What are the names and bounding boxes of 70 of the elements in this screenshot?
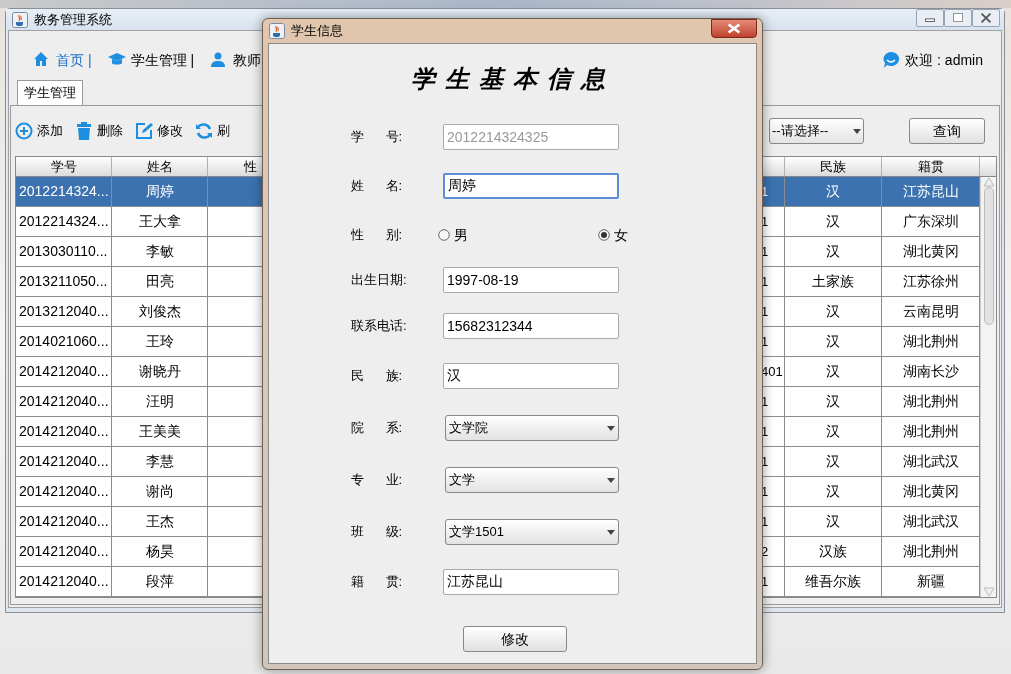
table-cell-text: 周婷 [145,182,174,201]
table-cell-text: 2014212040... [19,572,109,591]
table-cell-text: 2014212040... [19,452,109,471]
table-cell-text: 2013211050... [19,272,108,291]
table-cell-text: 杨昊 [145,542,174,561]
table-cell-text: 湖北荆州 [902,392,959,411]
table-cell-text: 王杰 [145,512,174,531]
table-cell-text: 汪明 [145,392,174,411]
table-cell-text: 2014212040... [19,422,109,441]
window-title: 教务管理系统 [34,10,112,29]
table-cell-text: 2014212040... [19,542,109,561]
field-label: 民 族: [351,367,404,386]
table-cell-text: 2014021060... [19,332,109,351]
table-cell-text: 王玲 [145,332,174,351]
field-label: 学 号: [351,128,404,147]
table-cell-text: 汉 [826,212,840,231]
table-cell-text: 汉族 [819,542,847,561]
field-label: 籍 贯: [351,573,404,592]
table-cell-text: 汉 [826,242,840,261]
table-cell-text: 汉 [826,392,840,411]
table-cell-text: 维吾尔族 [805,572,861,591]
field-label: 性 别: [351,226,404,245]
table-cell-text: 2012214324... [19,182,109,201]
table-cell-text: 李慧 [145,452,174,471]
table-cell-text: 汉 [826,332,840,351]
table-cell-text: 汉 [826,302,840,321]
table-cell-text: 江苏昆山 [902,182,959,201]
table-cell-text: 汉 [826,182,840,201]
field-label: 出生日期: [351,271,408,290]
dialog-title: 学生信息 [291,22,343,41]
table-cell-text: 2014212040... [19,362,109,381]
table-cell-text: 谢晓丹 [138,362,181,381]
field-label: 班 级: [351,523,404,542]
table-cell-text: 2014212040... [19,392,109,411]
table-cell-text: 云南昆明 [902,302,959,321]
table-cell-text: 2012214324... [19,212,109,231]
table-cell-text: 湖北武汉 [902,512,959,531]
table-cell-text: 湖北荆州 [902,542,959,561]
table-cell-text: 汉 [826,482,840,501]
table-cell-text: 湖南长沙 [902,362,959,381]
table-cell-text: 段萍 [145,572,174,591]
table-cell-text: 王大拿 [138,212,181,231]
table-cell-text: 土家族 [812,272,854,291]
table-cell-text: 田亮 [145,272,174,291]
welcome-text: 欢迎 : admin [905,50,983,70]
table-cell-text: 2013030110... [19,242,108,261]
table-cell-text: 2014212040... [19,482,109,501]
table-cell-text: 王美美 [138,422,181,441]
form-heading: 学生基本信息 [410,63,615,95]
table-cell-text: 刘俊杰 [138,302,181,321]
table-cell-text: 湖北武汉 [902,452,959,471]
table-cell-text: 湖北黄冈 [902,242,959,261]
table-cell-text: 汉 [826,452,840,471]
field-label: 专 业: [351,471,404,490]
table-cell-text: 汉 [826,512,840,531]
table-cell-text: 2013212040... [19,302,109,321]
table-cell-text: 李敏 [145,242,174,261]
field-label: 院 系: [351,419,404,438]
table-cell-text: 广东深圳 [902,212,959,231]
field-label: 联系电话: [351,317,408,336]
table-cell-text: 汉 [826,362,840,381]
table-cell-text: 新疆 [916,572,945,591]
table-cell-text: 江苏徐州 [902,272,959,291]
table-cell-text: 谢尚 [145,482,174,501]
table-cell-text: 汉 [826,422,840,441]
table-cell-text: 湖北荆州 [902,332,959,351]
table-cell-text: 湖北黄冈 [902,482,959,501]
field-label: 姓 名: [351,177,404,196]
table-cell-text: 湖北荆州 [902,422,959,441]
table-cell-text: 2014212040... [19,512,109,531]
